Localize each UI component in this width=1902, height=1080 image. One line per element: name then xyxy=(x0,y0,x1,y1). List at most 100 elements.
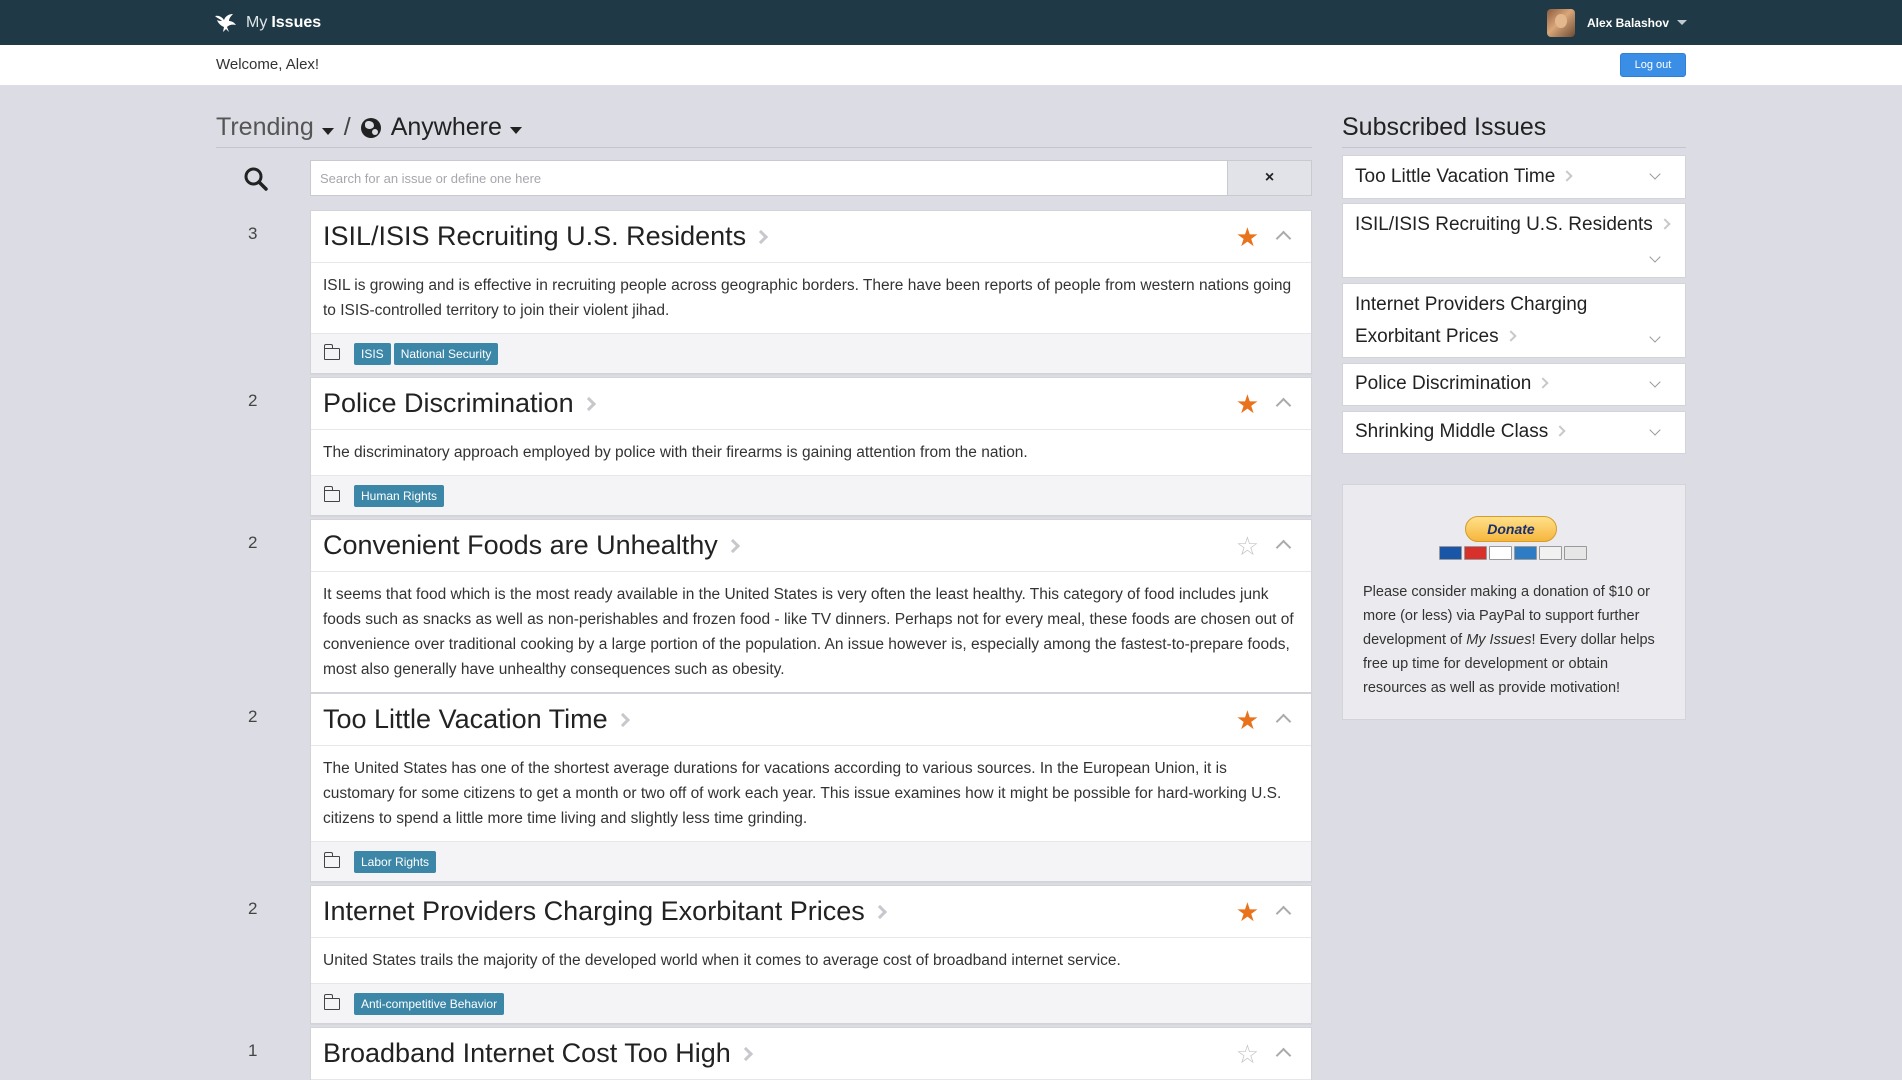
avatar xyxy=(1546,8,1575,37)
search-icon[interactable] xyxy=(243,166,269,192)
brand-logo-link[interactable]: My Issues xyxy=(212,0,321,45)
issue-rank: 2 xyxy=(248,533,258,552)
chevron-down-icon[interactable] xyxy=(1649,376,1661,388)
globe-icon xyxy=(360,117,381,138)
payment-methods xyxy=(1439,546,1589,560)
location-label: Anywhere xyxy=(390,113,502,141)
issue-card: Too Little Vacation Time ★ The United St… xyxy=(310,693,1312,882)
issue-description: ISIL is growing and is effective in recr… xyxy=(311,263,1311,333)
issue-title: Internet Providers Charging Exorbitant P… xyxy=(323,896,865,926)
chevron-right-icon xyxy=(1537,377,1550,389)
issue-card-header: Police Discrimination ★ xyxy=(311,378,1311,430)
collapse-chevron-icon[interactable] xyxy=(1275,713,1292,730)
tag[interactable]: National Security xyxy=(393,342,499,365)
donate-panel: Donate Please consider making a donation… xyxy=(1342,484,1686,720)
donate-message: Please consider making a donation of $10… xyxy=(1363,580,1673,700)
chevron-right-icon xyxy=(615,712,630,728)
issue-card: Internet Providers Charging Exorbitant P… xyxy=(310,885,1312,1024)
issue-title: Too Little Vacation Time xyxy=(323,704,608,734)
collapse-chevron-icon[interactable] xyxy=(1275,1047,1292,1064)
user-name: Alex Balashov xyxy=(1586,15,1669,30)
star-icon[interactable]: ★ xyxy=(1236,899,1259,925)
issue-tags: Human Rights xyxy=(311,475,1311,515)
caret-down-icon xyxy=(509,127,522,134)
chevron-down-icon[interactable] xyxy=(1649,331,1661,343)
tag[interactable]: Human Rights xyxy=(354,484,445,507)
heading-separator: / xyxy=(343,113,351,141)
chevron-down-icon xyxy=(1677,20,1687,25)
issue-title-link[interactable]: Too Little Vacation Time xyxy=(323,704,630,735)
chevron-down-icon[interactable] xyxy=(1649,251,1661,263)
issue-title-link[interactable]: Convenient Foods are Unhealthy xyxy=(323,530,740,561)
issue-title: Convenient Foods are Unhealthy xyxy=(323,530,718,560)
subscribed-issue-item[interactable]: Too Little Vacation Time xyxy=(1342,155,1686,199)
chevron-right-icon xyxy=(754,229,769,245)
chevron-right-icon xyxy=(872,904,887,920)
maestro-card-icon xyxy=(1439,546,1462,560)
welcome-message: Welcome, Alex! xyxy=(216,56,320,73)
issue-card-header: Broadband Internet Cost Too High ☆ xyxy=(311,1028,1311,1080)
chevron-right-icon xyxy=(725,538,740,554)
welcome-bar: Welcome, Alex! Log out xyxy=(0,45,1902,85)
logout-button[interactable]: Log out xyxy=(1620,53,1686,77)
collapse-chevron-icon[interactable] xyxy=(1275,539,1292,556)
subscribed-issue-item[interactable]: Police Discrimination xyxy=(1342,363,1686,406)
issue-card: Police Discrimination ★ The discriminato… xyxy=(310,377,1312,516)
chevron-right-icon xyxy=(1561,170,1573,182)
subscribed-issue-item[interactable]: ISIL/ISIS Recruiting U.S. Residents xyxy=(1342,203,1686,278)
issue-description: It seems that food which is the most rea… xyxy=(311,572,1311,692)
user-menu[interactable]: Alex Balashov xyxy=(1546,0,1687,45)
star-outline-icon[interactable]: ☆ xyxy=(1236,1041,1259,1067)
top-navbar: My Issues Alex Balashov xyxy=(0,0,1902,45)
collapse-chevron-icon[interactable] xyxy=(1275,397,1292,414)
issue-title-link[interactable]: ISIL/ISIS Recruiting U.S. Residents xyxy=(323,221,769,252)
chevron-right-icon xyxy=(1554,425,1566,437)
donate-text-em: My Issues xyxy=(1466,632,1532,648)
collapse-chevron-icon[interactable] xyxy=(1275,230,1292,247)
tag[interactable]: Anti-competitive Behavior xyxy=(354,992,505,1015)
amex-icon xyxy=(1514,546,1537,560)
issue-description: The discriminatory approach employed by … xyxy=(311,430,1311,475)
subscribed-issue-label: Too Little Vacation Time xyxy=(1355,166,1556,187)
chevron-right-icon xyxy=(1659,218,1671,230)
subscribed-issue-label: Internet Providers Charging Exorbitant P… xyxy=(1355,294,1588,347)
brand-name: Issues xyxy=(271,13,322,31)
subscribed-issue-item[interactable]: Shrinking Middle Class xyxy=(1342,411,1686,454)
sort-dropdown[interactable]: Trending xyxy=(216,113,334,142)
tag[interactable]: Labor Rights xyxy=(354,850,437,873)
subscribed-issue-label: ISIL/ISIS Recruiting U.S. Residents xyxy=(1355,214,1653,235)
issue-title-link[interactable]: Internet Providers Charging Exorbitant P… xyxy=(323,896,887,927)
tag[interactable]: ISIS xyxy=(354,342,391,365)
issue-title-link[interactable]: Broadband Internet Cost Too High xyxy=(323,1038,753,1069)
issue-title-link[interactable]: Police Discrimination xyxy=(323,388,596,419)
visa-icon xyxy=(1489,546,1512,560)
issue-card-header: Internet Providers Charging Exorbitant P… xyxy=(311,886,1311,938)
collapse-chevron-icon[interactable] xyxy=(1275,905,1292,922)
issue-title: Broadband Internet Cost Too High xyxy=(323,1038,731,1068)
issue-description: United States trails the majority of the… xyxy=(311,938,1311,983)
eagle-logo-icon xyxy=(215,13,236,32)
subscribed-issue-item[interactable]: Internet Providers Charging Exorbitant P… xyxy=(1342,283,1686,358)
issue-card: Convenient Foods are Unhealthy ☆ It seem… xyxy=(310,519,1312,693)
star-icon[interactable]: ★ xyxy=(1236,707,1259,733)
star-outline-icon[interactable]: ☆ xyxy=(1236,533,1259,559)
search-input[interactable] xyxy=(310,160,1228,196)
issue-card-header: Convenient Foods are Unhealthy ☆ xyxy=(311,520,1311,572)
location-dropdown[interactable]: Anywhere xyxy=(360,113,522,142)
paypal-donate-button[interactable]: Donate xyxy=(1465,516,1557,542)
folder-icon xyxy=(323,993,340,1010)
issue-tags: ISIS National Security xyxy=(311,333,1311,373)
chevron-right-icon xyxy=(738,1046,753,1062)
star-icon[interactable]: ★ xyxy=(1236,224,1259,250)
subscribed-issue-label: Police Discrimination xyxy=(1355,373,1532,394)
chevron-down-icon[interactable] xyxy=(1649,168,1661,180)
issue-title: Police Discrimination xyxy=(323,388,574,418)
issue-rank: 1 xyxy=(248,1041,258,1060)
chevron-right-icon xyxy=(1504,330,1517,342)
issue-title: ISIL/ISIS Recruiting U.S. Residents xyxy=(323,221,747,251)
subscribed-issues-title: Subscribed Issues xyxy=(1342,108,1686,148)
chevron-down-icon[interactable] xyxy=(1649,424,1661,436)
star-icon[interactable]: ★ xyxy=(1236,391,1259,417)
sort-label: Trending xyxy=(216,113,314,141)
clear-search-button[interactable]: × xyxy=(1228,160,1312,196)
